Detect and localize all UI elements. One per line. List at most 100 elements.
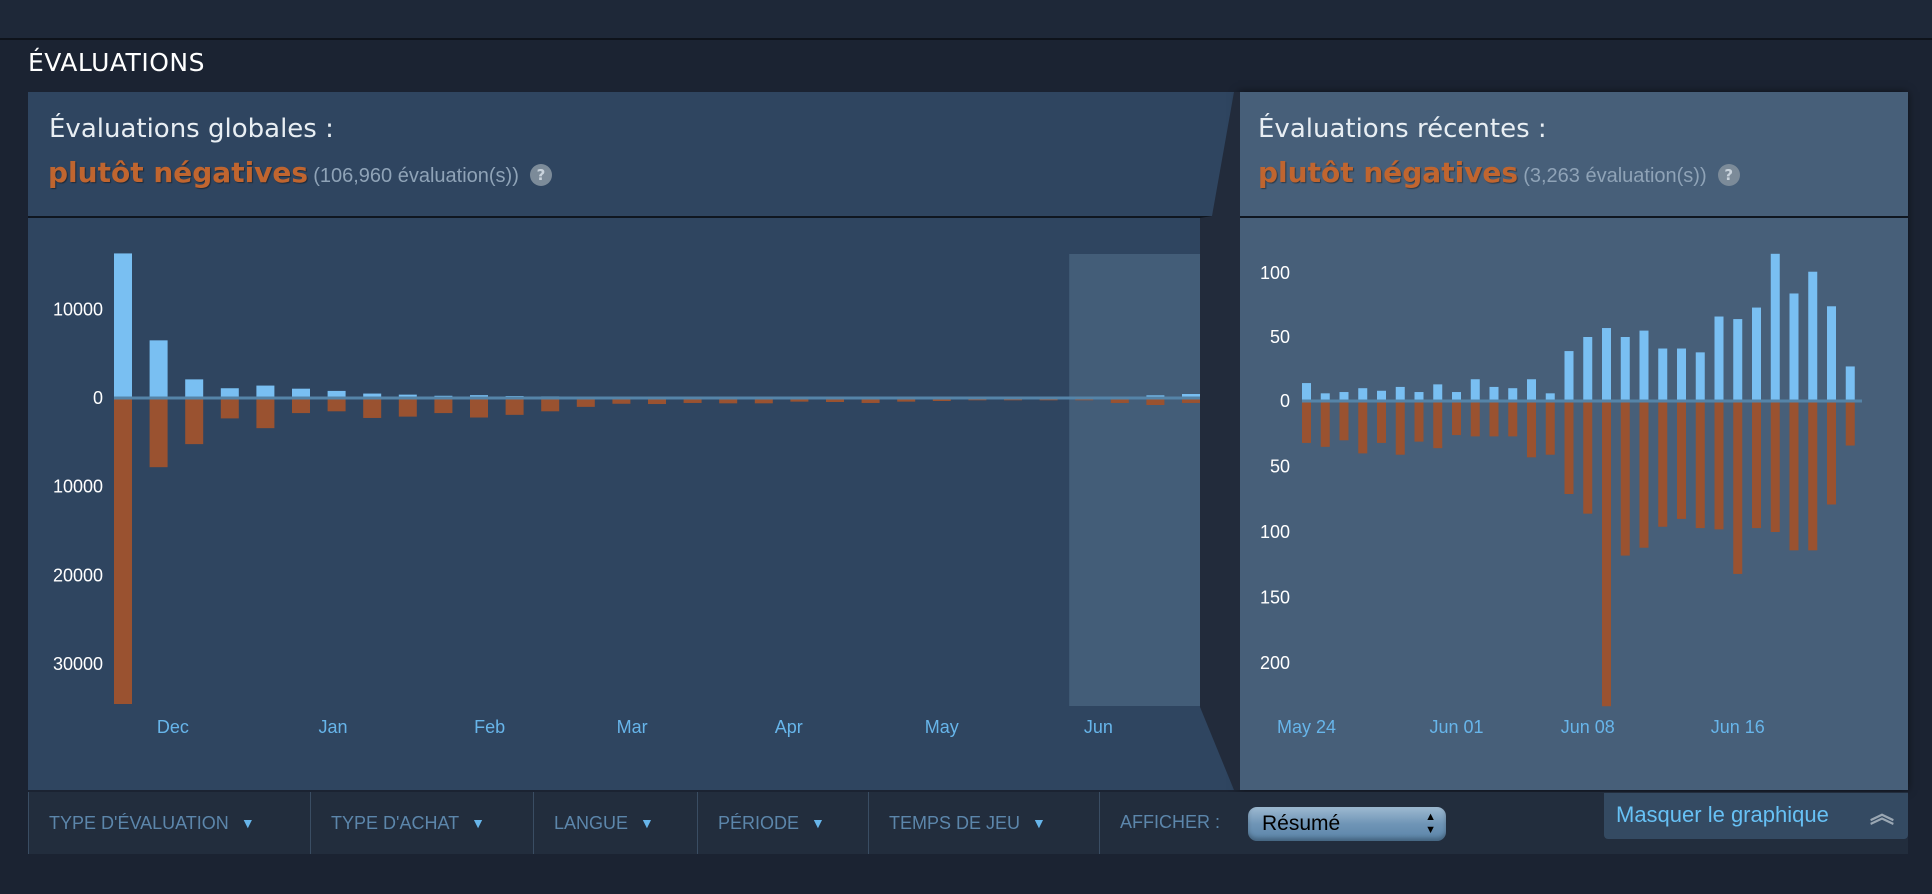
hide-graph-button[interactable]: Masquer le graphique ︽ [1604, 793, 1908, 839]
positive-bar [1564, 351, 1574, 401]
positive-bar [1527, 379, 1536, 401]
double-chevron-up-icon: ︽ [1870, 801, 1894, 828]
positive-bar [1845, 366, 1855, 401]
overall-histogram[interactable]: 10000 0 10000 20000 30000 Dec Jan Feb Mar Apr May J… [53, 253, 1200, 737]
negative-bar [1677, 401, 1686, 519]
negative-bar [1770, 401, 1780, 532]
positive-bar [1808, 271, 1818, 401]
recent-histogram[interactable]: 100 50 0 50 100 150 200 May 24 Jun 01 Jun 08 Jun 1… [1260, 253, 1862, 737]
negative-bar [505, 398, 524, 415]
y-tick-label: 20000 [53, 565, 103, 585]
negative-bar [1733, 401, 1743, 574]
select-arrows-icon: ▲ ▼ [1425, 811, 1436, 836]
negative-bar [1827, 401, 1836, 505]
positive-bar [1377, 390, 1386, 401]
positive-bar [1602, 328, 1611, 401]
x-tick-label: Feb [474, 717, 505, 737]
y-tick-label: 150 [1260, 588, 1290, 608]
negative-bar [185, 398, 204, 445]
positive-bar [1733, 319, 1743, 401]
filter-playtime[interactable]: TEMPS DE JEU ▼ [868, 792, 1099, 854]
positive-bar [185, 379, 204, 398]
x-tick-label: Jun 16 [1711, 717, 1765, 737]
filter-label: TEMPS DE JEU [889, 812, 1021, 833]
negative-bar [1639, 401, 1649, 548]
positive-bar [1639, 330, 1649, 401]
negative-bar [1320, 401, 1330, 447]
positive-bar [1583, 337, 1593, 401]
filter-period[interactable]: PÉRIODE ▼ [697, 792, 868, 854]
display-selected: Résumé [1262, 812, 1341, 835]
positive-bar [149, 340, 168, 398]
negative-bar [1564, 401, 1574, 495]
positive-bar [1470, 379, 1480, 401]
negative-bar [1377, 401, 1386, 443]
negative-bar [363, 398, 382, 418]
negative-bar [1602, 401, 1611, 707]
y-tick-label: 0 [93, 388, 103, 408]
display-select[interactable]: Résumé ▲ ▼ [1248, 807, 1446, 841]
filter-label: TYPE D'ÉVALUATION [49, 812, 229, 833]
hide-graph-label: Masquer le graphique [1616, 802, 1829, 827]
filter-label: LANGUE [554, 812, 629, 833]
negative-bar [1620, 401, 1630, 556]
negative-bar [1658, 401, 1668, 527]
filter-review-type[interactable]: TYPE D'ÉVALUATION ▼ [28, 792, 330, 854]
negative-bar [1714, 401, 1724, 530]
positive-bar [1620, 337, 1630, 401]
negative-bar [434, 398, 453, 414]
filter-separator [1099, 792, 1101, 854]
dropdown-arrow-icon: ▼ [811, 815, 825, 831]
negative-bar [256, 398, 275, 429]
filter-label: TYPE D'ACHAT [331, 812, 460, 833]
negative-bar [541, 398, 560, 412]
y-tick-label: 100 [1260, 263, 1290, 283]
positive-bar [256, 385, 275, 398]
x-tick-label: Apr [775, 717, 803, 737]
y-tick-label: 30000 [53, 654, 103, 674]
negative-bar [1452, 401, 1461, 436]
x-tick-label: Mar [617, 717, 648, 737]
charts-layer: 10000 0 10000 20000 30000 Dec Jan Feb Mar Apr May J… [53, 253, 1862, 737]
filter-language[interactable]: LANGUE ▼ [533, 792, 697, 854]
x-tick-label: Dec [157, 717, 189, 737]
y-tick-label: 50 [1270, 457, 1290, 477]
negative-bar [1583, 401, 1593, 514]
y-tick-label: 10000 [53, 477, 103, 497]
negative-bar [1433, 401, 1443, 449]
positive-bar [1827, 306, 1836, 401]
y-tick-label: 50 [1270, 327, 1290, 347]
y-tick-label: 200 [1260, 653, 1290, 673]
positive-bar [1395, 386, 1405, 401]
negative-bar [114, 398, 132, 705]
dropdown-arrow-icon: ▼ [240, 815, 255, 831]
x-tick-label: Jun 01 [1429, 717, 1483, 737]
selected-range-highlight [1069, 254, 1200, 706]
x-tick-label: May [925, 717, 959, 737]
positive-bar [1714, 316, 1724, 401]
negative-bar [149, 398, 168, 468]
negative-bar [327, 398, 346, 412]
display-label: AFFICHER : [1120, 812, 1221, 832]
positive-bar [1789, 293, 1799, 401]
filter-purchase-type[interactable]: TYPE D'ACHAT ▼ [310, 792, 533, 854]
negative-bar [220, 398, 239, 419]
filter-label: PÉRIODE [718, 812, 800, 833]
negative-bar [470, 398, 488, 418]
negative-bar [1414, 401, 1424, 442]
positive-bar [1489, 386, 1499, 401]
positive-bar [1302, 383, 1311, 401]
negative-bar [292, 398, 310, 414]
dropdown-arrow-icon: ▼ [471, 815, 485, 831]
negative-bar [1358, 401, 1368, 454]
positive-bar [1752, 307, 1761, 401]
x-tick-label: Jun [1084, 717, 1113, 737]
positive-bar [1433, 384, 1443, 401]
negative-bar [1470, 401, 1480, 437]
y-tick-label: 10000 [53, 299, 103, 319]
negative-bar [1302, 401, 1311, 443]
y-tick-label: 100 [1260, 522, 1290, 542]
x-tick-label: Jun 08 [1561, 717, 1615, 737]
negative-bar [1752, 401, 1761, 529]
negative-bar [398, 398, 417, 417]
